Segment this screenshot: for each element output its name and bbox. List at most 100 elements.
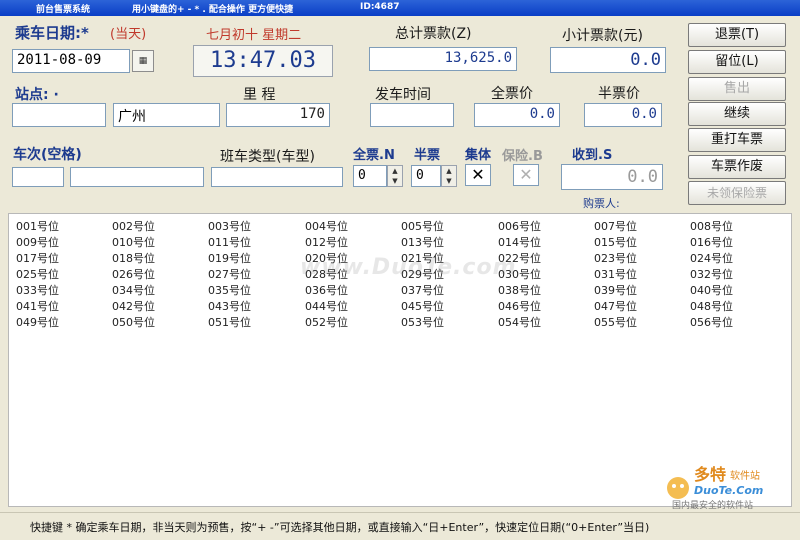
seat-item[interactable]: 039号位 (594, 282, 637, 298)
spin-down-icon[interactable]: ▼ (388, 176, 402, 186)
seat-item[interactable]: 043号位 (208, 298, 251, 314)
seat-item[interactable]: 005号位 (401, 218, 444, 234)
seat-item[interactable]: 031号位 (594, 266, 637, 282)
svg-text:DuoTe.Com: DuoTe.Com (694, 484, 763, 497)
continue-button[interactable]: 继续 (688, 102, 786, 126)
bus-type-field[interactable] (211, 167, 343, 187)
seat-item[interactable]: 053号位 (401, 314, 444, 330)
seat-item[interactable]: 006号位 (498, 218, 541, 234)
travel-date-field[interactable]: 2011-08-09 (12, 49, 130, 73)
unclaimed-insurance-button[interactable]: 未领保险票 (688, 181, 786, 205)
seat-item[interactable]: 017号位 (16, 250, 59, 266)
seat-item[interactable]: 046号位 (498, 298, 541, 314)
full-ticket-count[interactable]: 0 (353, 165, 387, 187)
sell-button[interactable]: 售出 (688, 77, 786, 101)
subtotal-label: 小计票款(元) (562, 28, 643, 44)
site-logo: 多特 软件站 DuoTe.Com 国内最安全的软件站 (662, 460, 798, 511)
svg-text:软件站: 软件站 (730, 469, 760, 482)
full-ticket-stepper[interactable]: ▲ ▼ (387, 165, 403, 187)
seat-item[interactable]: 036号位 (305, 282, 348, 298)
received-field[interactable]: 0.0 (561, 164, 663, 190)
total-amount-label: 总计票款(Z) (395, 26, 472, 42)
refund-button[interactable]: 退票(T) (688, 23, 786, 47)
group-checkbox[interactable]: ✕ (465, 164, 491, 186)
seat-item[interactable]: 045号位 (401, 298, 444, 314)
seat-item[interactable]: 037号位 (401, 282, 444, 298)
insurance-label: 保险.B (502, 149, 543, 164)
seat-item[interactable]: 023号位 (594, 250, 637, 266)
seat-item[interactable]: 056号位 (690, 314, 733, 330)
watermark: www.DuoTe.com (300, 255, 517, 280)
spin-up-icon[interactable]: ▲ (388, 166, 402, 176)
seat-item[interactable]: 002号位 (112, 218, 155, 234)
seat-item[interactable]: 033号位 (16, 282, 59, 298)
half-price-field: 0.0 (584, 103, 662, 127)
calendar-icon[interactable]: ▦ (132, 50, 154, 72)
status-bar: 快捷键 * 确定乘车日期，非当天则为预售，按“+ -”可选择其他日期，或直接输入… (0, 512, 800, 540)
seat-item[interactable]: 054号位 (498, 314, 541, 330)
seat-item[interactable]: 019号位 (208, 250, 251, 266)
seat-item[interactable]: 055号位 (594, 314, 637, 330)
seat-item[interactable]: 007号位 (594, 218, 637, 234)
seat-item[interactable]: 049号位 (16, 314, 59, 330)
seat-item[interactable]: 008号位 (690, 218, 733, 234)
seat-item[interactable]: 050号位 (112, 314, 155, 330)
seat-item[interactable]: 025号位 (16, 266, 59, 282)
half-ticket-stepper[interactable]: ▲ ▼ (441, 165, 457, 187)
seat-item[interactable]: 051号位 (208, 314, 251, 330)
seat-item[interactable]: 035号位 (208, 282, 251, 298)
clock-display: 13:47.03 (193, 45, 333, 77)
station-code-field[interactable] (12, 103, 106, 127)
seat-item[interactable]: 013号位 (401, 234, 444, 250)
seat-item[interactable]: 048号位 (690, 298, 733, 314)
trip-code-field[interactable] (12, 167, 64, 187)
station-name-field[interactable]: 广州 (113, 103, 220, 127)
travel-date-label: 乘车日期:* (15, 24, 89, 42)
seat-item[interactable]: 014号位 (498, 234, 541, 250)
seat-item[interactable]: 038号位 (498, 282, 541, 298)
full-ticket-label: 全票.N (353, 148, 395, 163)
seat-item[interactable]: 016号位 (690, 234, 733, 250)
insurance-checkbox[interactable]: ✕ (513, 164, 539, 186)
seat-item[interactable]: 032号位 (690, 266, 733, 282)
seat-item[interactable]: 015号位 (594, 234, 637, 250)
seat-item[interactable]: 041号位 (16, 298, 59, 314)
reserve-button[interactable]: 留位(L) (688, 50, 786, 74)
seat-item[interactable]: 003号位 (208, 218, 251, 234)
half-ticket-count[interactable]: 0 (411, 165, 441, 187)
subtotal-field: 0.0 (550, 47, 666, 73)
seat-item[interactable]: 012号位 (305, 234, 348, 250)
spin-down-icon[interactable]: ▼ (442, 176, 456, 186)
shortcut-hint: 快捷键 * 确定乘车日期，非当天则为预售，按“+ -”可选择其他日期，或直接输入… (30, 521, 650, 534)
mileage-field: 170 (226, 103, 330, 127)
bus-type-label: 班车类型(车型) (220, 149, 315, 165)
seat-item[interactable]: 009号位 (16, 234, 59, 250)
full-price-field: 0.0 (474, 103, 560, 127)
half-price-label: 半票价 (598, 86, 640, 102)
seat-item[interactable]: 018号位 (112, 250, 155, 266)
seat-item[interactable]: 027号位 (208, 266, 251, 282)
trip-label: 车次(空格) (13, 147, 82, 163)
seat-item[interactable]: 011号位 (208, 234, 251, 250)
seat-item[interactable]: 004号位 (305, 218, 348, 234)
seat-item[interactable]: 024号位 (690, 250, 733, 266)
void-ticket-button[interactable]: 车票作废 (688, 155, 786, 179)
lunar-date-label: 七月初十 星期二 (206, 28, 302, 43)
title-bar: 前台售票系统 用小键盘的+ - * . 配合操作 更方便快捷 ID:4687 (0, 0, 800, 16)
spin-up-icon[interactable]: ▲ (442, 166, 456, 176)
seat-item[interactable]: 010号位 (112, 234, 155, 250)
seat-item[interactable]: 001号位 (16, 218, 59, 234)
seat-item[interactable]: 040号位 (690, 282, 733, 298)
station-label: 站点: · (15, 87, 59, 103)
trip-name-field[interactable] (70, 167, 204, 187)
seat-item[interactable]: 052号位 (305, 314, 348, 330)
departure-time-field (370, 103, 454, 127)
full-price-label: 全票价 (491, 86, 533, 102)
seat-item[interactable]: 034号位 (112, 282, 155, 298)
app-title: 前台售票系统 (36, 5, 91, 15)
seat-item[interactable]: 026号位 (112, 266, 155, 282)
seat-item[interactable]: 047号位 (594, 298, 637, 314)
reprint-ticket-button[interactable]: 重打车票 (688, 128, 786, 152)
seat-item[interactable]: 044号位 (305, 298, 348, 314)
seat-item[interactable]: 042号位 (112, 298, 155, 314)
